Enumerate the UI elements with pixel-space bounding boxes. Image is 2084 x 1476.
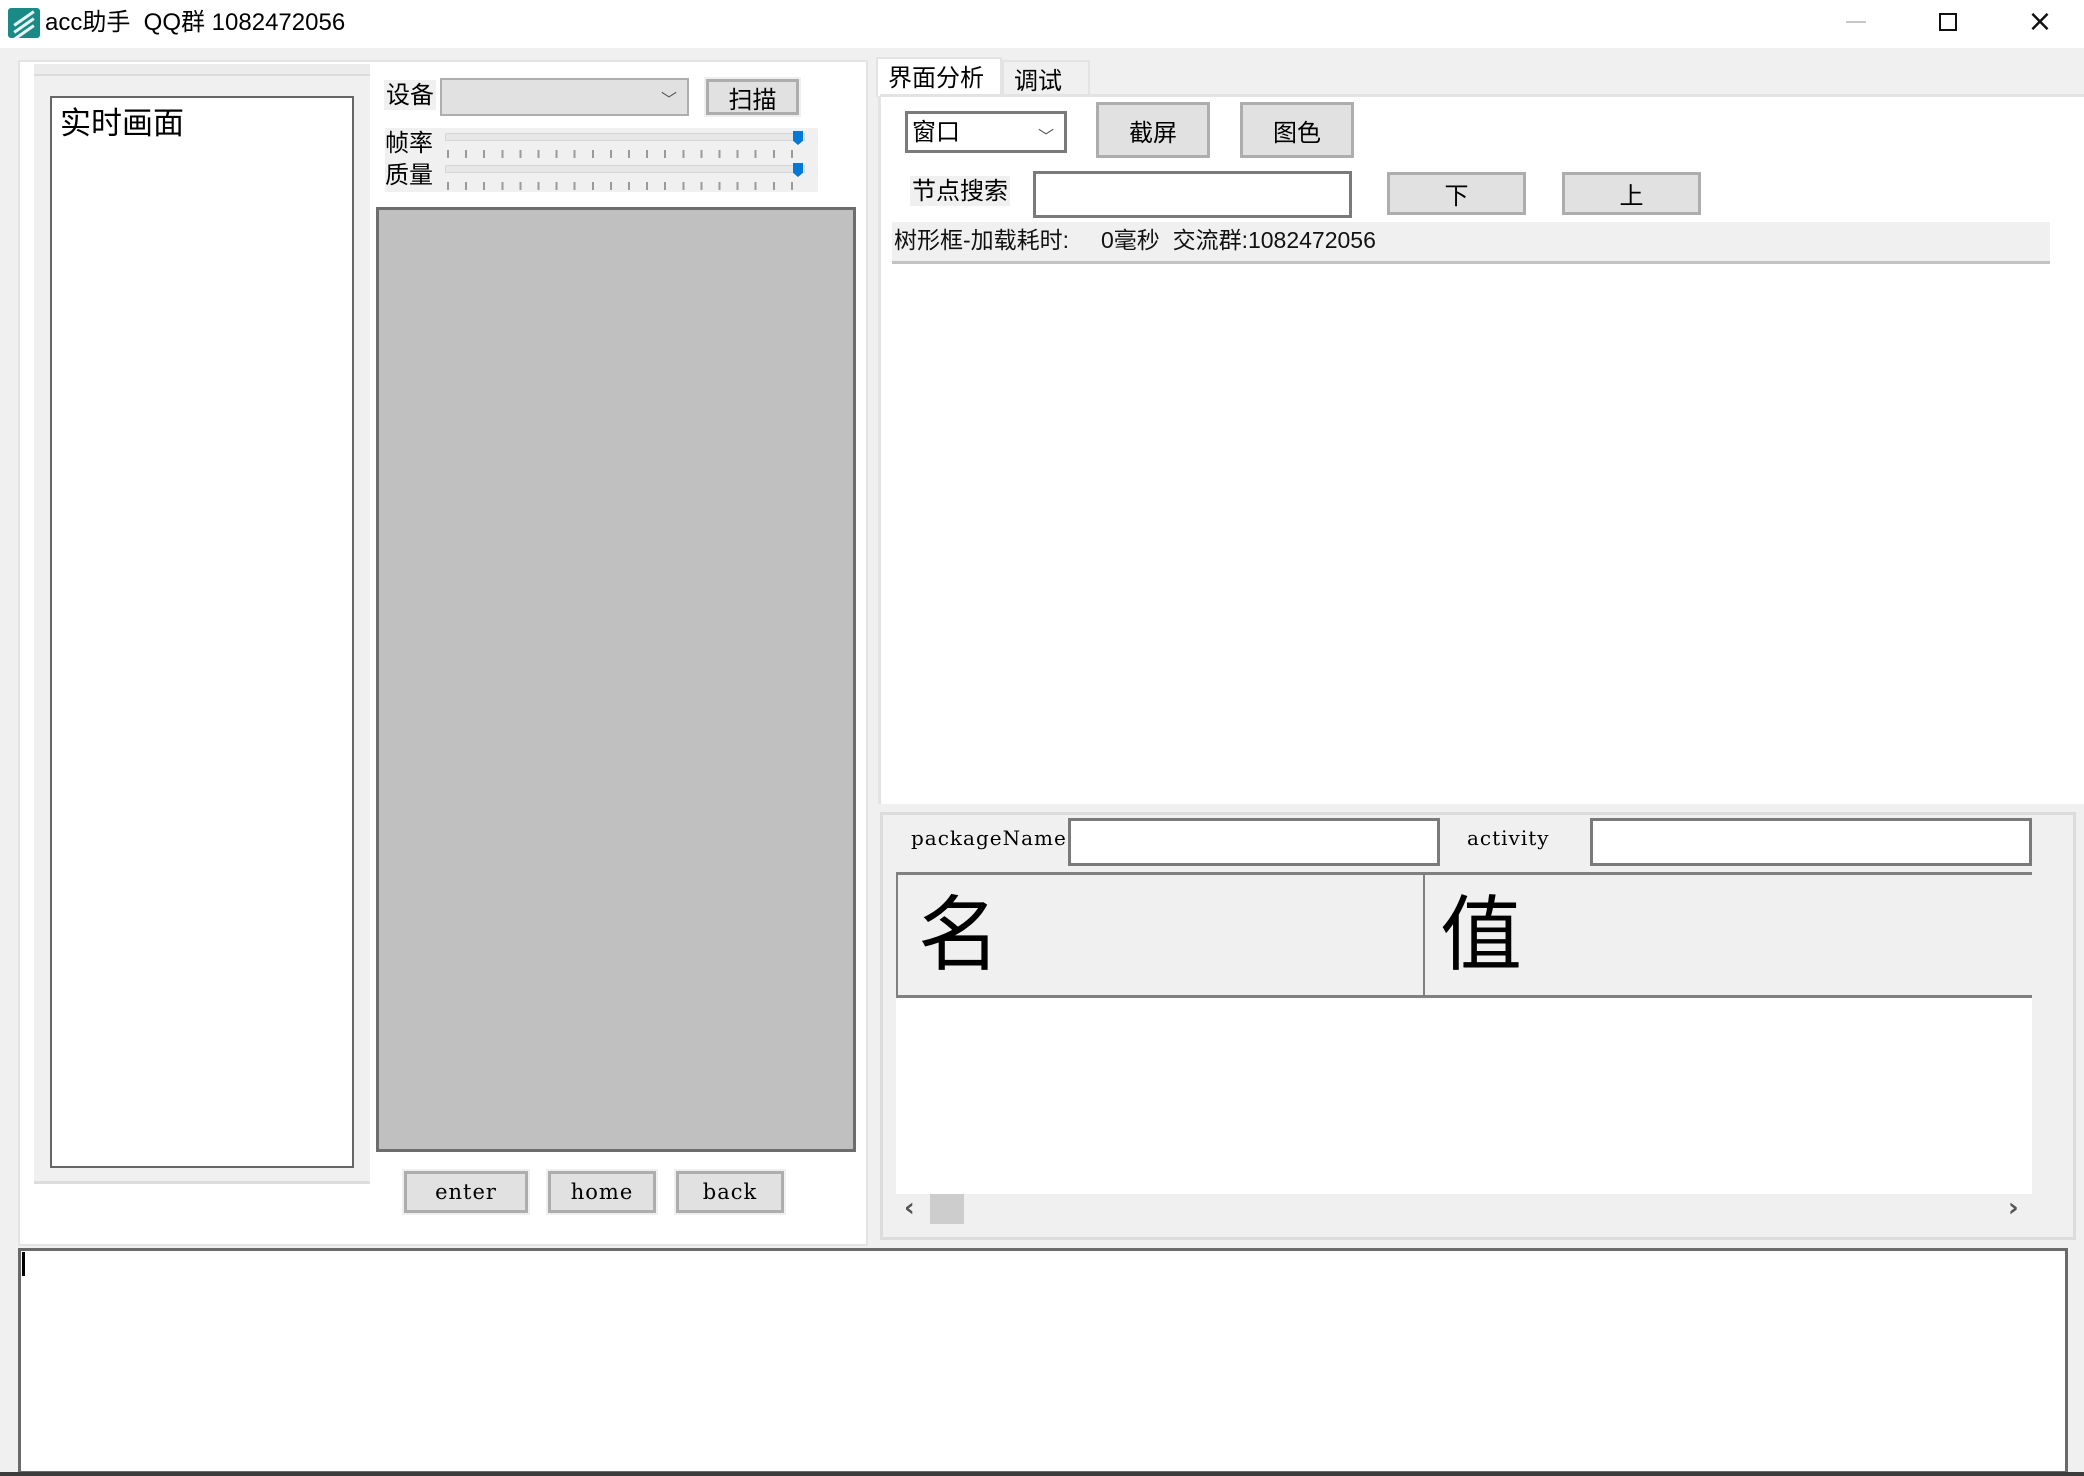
taskbar-edge (0, 1472, 2084, 1476)
close-icon: × (2027, 4, 2053, 39)
quality-label: 质量 (385, 161, 433, 189)
search-down-button-label: 下 (1444, 182, 1469, 210)
scroll-left-icon[interactable]: ‹ (904, 1193, 915, 1223)
log-console[interactable] (18, 1248, 2068, 1474)
chevron-down-icon: ﹀ (1037, 127, 1054, 146)
maximize-button[interactable] (1902, 0, 1994, 44)
close-button[interactable]: × (1994, 0, 2084, 44)
property-grid-body (896, 998, 2032, 1194)
color-picker-button[interactable]: 图色 (1240, 102, 1354, 158)
tab-ui-analysis[interactable]: 界面分析 (876, 57, 1002, 97)
column-header-value[interactable]: 值 (1440, 886, 1522, 986)
node-search-input[interactable] (1033, 171, 1352, 218)
app-logo-icon (8, 8, 40, 38)
scroll-right-icon[interactable]: › (2008, 1193, 2019, 1223)
fps-slider-ticks (447, 150, 803, 158)
device-select[interactable]: ﹀ (440, 78, 689, 116)
enter-button[interactable]: enter (402, 1169, 530, 1215)
chevron-down-icon: ﹀ (660, 90, 677, 109)
scan-button-label: 扫描 (728, 85, 777, 114)
quality-slider-thumb[interactable] (793, 163, 803, 177)
device-label: 设备 (384, 80, 436, 110)
back-button[interactable]: back (674, 1169, 786, 1215)
minimize-icon (1846, 21, 1866, 23)
fps-slider-track[interactable] (445, 133, 805, 141)
mode-select[interactable]: 窗口 ﹀ (905, 111, 1067, 153)
column-header-name[interactable]: 名 (918, 886, 1000, 986)
activity-input[interactable] (1590, 818, 2032, 866)
node-search-label: 节点搜索 (910, 176, 1010, 206)
horizontal-scrollbar[interactable] (896, 1194, 2032, 1230)
fps-slider-thumb[interactable] (793, 131, 803, 145)
quality-slider-track[interactable] (445, 165, 805, 173)
node-tree-view[interactable] (892, 268, 2050, 798)
scan-button[interactable]: 扫描 (704, 77, 801, 117)
screenshot-button[interactable]: 截屏 (1096, 102, 1210, 158)
live-preview-group-header (34, 64, 370, 76)
activity-label: activity (1467, 826, 1550, 850)
column-separator[interactable] (1423, 872, 1425, 998)
mode-select-value: 窗口 (912, 118, 960, 146)
tree-status-text: 树形框-加载耗时: 0毫秒 交流群:1082472056 (892, 222, 2050, 264)
minimize-button[interactable] (1810, 0, 1902, 44)
text-caret (22, 1252, 25, 1276)
home-button[interactable]: home (546, 1169, 658, 1215)
search-down-button[interactable]: 下 (1387, 172, 1526, 215)
quality-slider-ticks (447, 182, 803, 190)
scroll-thumb[interactable] (930, 1194, 964, 1224)
package-name-label: packageName (911, 826, 1067, 850)
slider-area: 帧率 质量 (385, 128, 818, 192)
home-button-label: home (570, 1180, 634, 1204)
device-screen[interactable] (376, 207, 856, 1152)
window-title: acc助手 QQ群 1082472056 (45, 9, 346, 36)
back-button-label: back (702, 1180, 758, 1204)
tab-divider (880, 94, 2084, 97)
search-up-button[interactable]: 上 (1562, 172, 1701, 215)
fps-label: 帧率 (385, 129, 433, 157)
screenshot-button-label: 截屏 (1129, 118, 1177, 147)
enter-button-label: enter (435, 1180, 497, 1204)
color-picker-button-label: 图色 (1273, 118, 1321, 147)
live-preview-box[interactable] (50, 96, 354, 1168)
maximize-icon (1939, 13, 1957, 31)
live-preview-label: 实时画面 (60, 106, 184, 142)
package-name-input[interactable] (1068, 818, 1440, 866)
search-up-button-label: 上 (1619, 182, 1644, 210)
